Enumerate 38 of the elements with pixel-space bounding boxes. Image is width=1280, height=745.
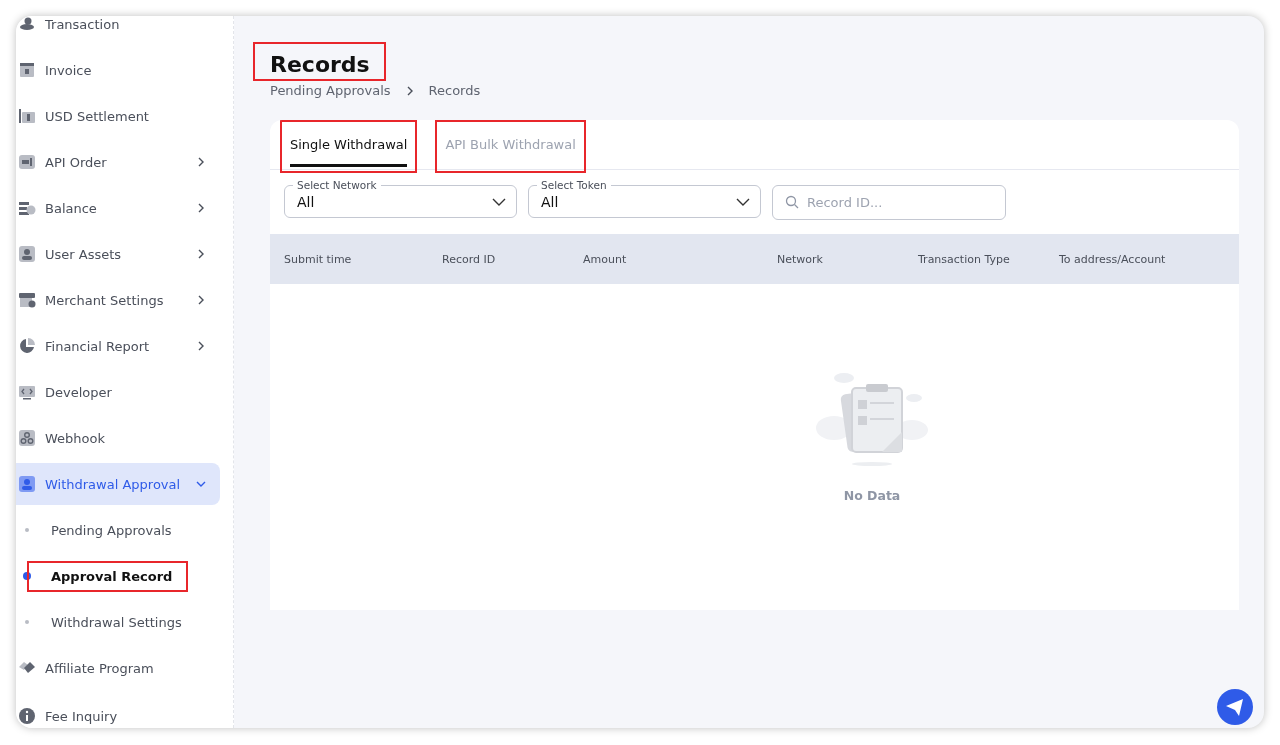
sidebar-item[interactable]: Transaction (16, 16, 220, 47)
sidebar-item[interactable]: Fee Inquiry (16, 691, 220, 728)
paper-plane-button[interactable] (1217, 689, 1253, 725)
sidebar-item[interactable]: Webhook (16, 415, 220, 461)
column-header: Record ID (442, 252, 497, 266)
sidebar-item[interactable]: User Assets (16, 231, 220, 277)
search-field[interactable]: Record ID... (772, 185, 1006, 220)
pie-chart-icon (18, 337, 36, 355)
column-header: To address/Account (1059, 252, 1167, 266)
store-icon (18, 291, 36, 309)
webhook-icon (18, 429, 36, 447)
sidebar-item[interactable]: Withdrawal Approval (16, 463, 220, 505)
column-header: Transaction Type (918, 252, 1011, 266)
sidebar-item[interactable]: Financial Report (16, 323, 220, 369)
submenu-item[interactable]: Approval Record (27, 560, 189, 592)
sidebar-item[interactable]: Invoice (16, 47, 220, 93)
breadcrumb-item: Records (428, 83, 481, 98)
breadcrumb-item[interactable]: Pending Approvals (270, 83, 391, 98)
sidebar-item[interactable]: Balance (16, 185, 220, 231)
sidebar-item[interactable]: Affiliate Program (16, 645, 220, 691)
sidebar-item[interactable]: Developer (16, 369, 220, 415)
user-icon (18, 475, 36, 493)
column-header: Submit time (284, 252, 353, 266)
user-icon (18, 245, 36, 263)
sidebar-item[interactable]: USD Settlement (16, 93, 220, 139)
code-icon (18, 383, 36, 401)
column-header: Amount (583, 252, 628, 266)
receipt-icon (18, 61, 36, 79)
tab[interactable]: Single Withdrawal (280, 120, 418, 173)
sidebar-item[interactable]: API Order (16, 139, 220, 185)
submenu-item[interactable]: Pending Approvals (27, 514, 188, 546)
column-header: Network (777, 252, 824, 266)
coins-icon (18, 199, 36, 217)
empty-message: No Data (843, 488, 901, 503)
search-icon (785, 195, 799, 209)
sidebar-item[interactable]: Merchant Settings (16, 277, 220, 323)
page-title: Records (253, 42, 386, 81)
submenu-item[interactable]: Withdrawal Settings (27, 606, 198, 638)
